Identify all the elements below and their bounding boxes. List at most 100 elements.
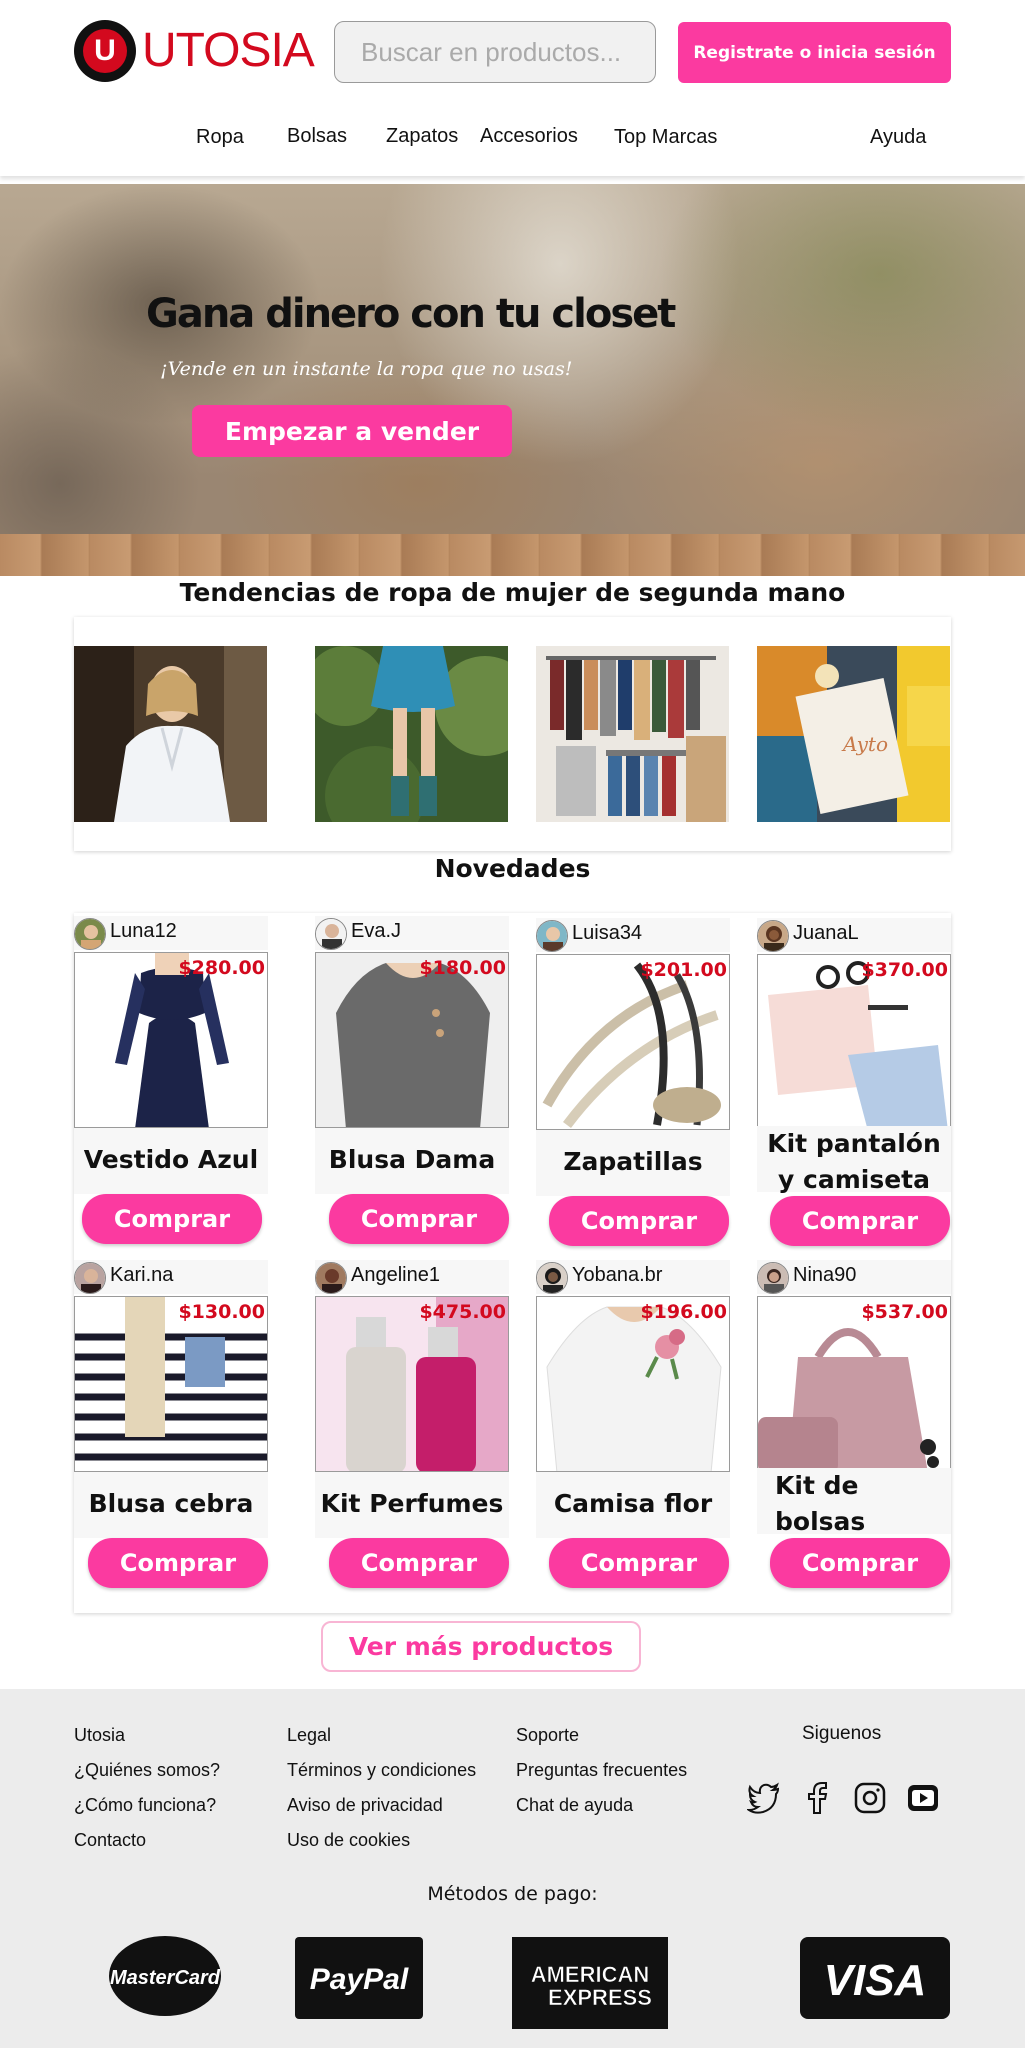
search-input[interactable] xyxy=(334,21,656,83)
product-image[interactable]: $370.00 xyxy=(757,954,951,1130)
product-image[interactable]: $130.00 xyxy=(74,1296,268,1472)
svg-text:MasterCard: MasterCard xyxy=(110,1967,221,1989)
product-image[interactable]: $180.00 xyxy=(315,952,509,1128)
logo-wordmark: UTOSIA xyxy=(142,24,315,77)
product-image[interactable]: $475.00 xyxy=(315,1296,509,1472)
social-title: Siguenos xyxy=(802,1723,882,1744)
visa-logo: VISA xyxy=(800,1937,950,2019)
product-price: $196.00 xyxy=(640,1301,727,1323)
seller-avatar[interactable] xyxy=(315,918,347,950)
product-image[interactable]: $537.00 xyxy=(757,1296,951,1472)
footer-heading: Utosia xyxy=(74,1725,126,1745)
product-name: Blusa cebra xyxy=(74,1472,268,1538)
buy-button[interactable]: Comprar xyxy=(82,1194,262,1244)
seller-username[interactable]: JuanaL xyxy=(793,922,859,945)
seller-avatar[interactable] xyxy=(757,1262,789,1294)
footer-link[interactable]: Preguntas frecuentes xyxy=(516,1760,687,1781)
svg-text:VISA: VISA xyxy=(824,1956,927,2005)
nav-item-top-marcas[interactable]: Top Marcas xyxy=(614,126,717,149)
news-title: Novedades xyxy=(434,854,591,883)
login-register-button[interactable]: Registrate o inicia sesión xyxy=(678,22,951,83)
svg-text:EXPRESS: EXPRESS xyxy=(548,1985,652,2010)
site-header: U UTOSIA Registrate o inicia sesión Ropa… xyxy=(0,0,1025,176)
nav-item-accesorios[interactable]: Accesorios xyxy=(480,125,578,148)
nav-item-ayuda[interactable]: Ayuda xyxy=(870,126,926,149)
seller-row: Eva.J xyxy=(315,916,509,950)
paypal-logo: PayPal xyxy=(295,1937,423,2019)
facebook-icon[interactable] xyxy=(800,1781,834,1815)
buy-button[interactable]: Comprar xyxy=(549,1538,729,1588)
seller-username[interactable]: Kari.na xyxy=(110,1264,173,1287)
seller-username[interactable]: Yobana.br xyxy=(572,1264,662,1287)
seller-avatar[interactable] xyxy=(536,1262,568,1294)
logo-badge: U xyxy=(74,20,136,82)
mastercard-logo: MasterCard xyxy=(109,1936,221,2016)
product-image[interactable]: $196.00 xyxy=(536,1296,730,1472)
seller-username[interactable]: Angeline1 xyxy=(351,1264,440,1287)
product-image[interactable]: $280.00 xyxy=(74,952,268,1128)
nav-item-zapatos[interactable]: Zapatos xyxy=(386,125,458,148)
footer-link[interactable]: Contacto xyxy=(74,1830,146,1851)
hero-wood-floor xyxy=(0,534,1025,576)
seller-avatar[interactable] xyxy=(74,1262,106,1294)
nav-item-ropa[interactable]: Ropa xyxy=(196,126,244,149)
seller-row: JuanaL xyxy=(757,918,951,952)
seller-avatar[interactable] xyxy=(315,1262,347,1294)
footer-heading: Legal xyxy=(287,1725,332,1745)
footer-link[interactable]: Uso de cookies xyxy=(287,1830,410,1851)
product-price: $130.00 xyxy=(178,1301,265,1323)
trends-title: Tendencias de ropa de mujer de segunda m… xyxy=(179,578,846,607)
seller-avatar[interactable] xyxy=(536,920,568,952)
hero-title: Gana dinero con tu closet xyxy=(146,291,676,337)
trend-image-white-blouse[interactable] xyxy=(74,646,267,822)
footer-link[interactable]: Términos y condiciones xyxy=(287,1760,476,1781)
seller-row: Angeline1 xyxy=(315,1260,509,1294)
buy-button[interactable]: Comprar xyxy=(549,1196,729,1246)
product-price: $280.00 xyxy=(178,957,265,979)
product-image[interactable]: $201.00 xyxy=(536,954,730,1130)
seller-username[interactable]: Eva.J xyxy=(351,920,401,943)
youtube-icon[interactable] xyxy=(906,1781,940,1815)
twitter-icon[interactable] xyxy=(747,1781,781,1815)
product-name: Kit pantalón y camiseta xyxy=(757,1126,951,1194)
buy-button[interactable]: Comprar xyxy=(770,1538,950,1588)
svg-text:Ayto: Ayto xyxy=(841,732,888,756)
product-name: Camisa flor xyxy=(536,1472,730,1538)
nav-item-bolsas[interactable]: Bolsas xyxy=(287,125,347,148)
seller-row: Kari.na xyxy=(74,1260,268,1294)
seller-row: Yobana.br xyxy=(536,1260,730,1294)
product-price: $180.00 xyxy=(419,957,506,979)
seller-username[interactable]: Nina90 xyxy=(793,1264,856,1287)
site-footer: Utosia ¿Quiénes somos? ¿Cómo funciona? C… xyxy=(0,1689,1025,2048)
footer-link[interactable]: Aviso de privacidad xyxy=(287,1795,443,1816)
buy-button[interactable]: Comprar xyxy=(770,1196,950,1246)
buy-button[interactable]: Comprar xyxy=(329,1538,509,1588)
trend-image-denim-dress[interactable] xyxy=(315,646,508,822)
seller-avatar[interactable] xyxy=(74,918,106,950)
trend-image-flatlay[interactable]: Ayto xyxy=(757,646,950,822)
seller-row: Luisa34 xyxy=(536,918,730,952)
trend-image-clothes-rack[interactable] xyxy=(536,646,729,822)
buy-button[interactable]: Comprar xyxy=(88,1538,268,1588)
utosia-logo[interactable]: U UTOSIA xyxy=(74,18,315,84)
svg-text:PayPal: PayPal xyxy=(310,1963,409,1996)
footer-link[interactable]: ¿Quiénes somos? xyxy=(74,1760,220,1781)
seller-row: Luna12 xyxy=(74,916,268,950)
american-express-logo: AMERICAN EXPRESS xyxy=(512,1937,668,2029)
instagram-icon[interactable] xyxy=(853,1781,887,1815)
hero-subtitle: ¡Vende en un instante la ropa que no usa… xyxy=(160,358,573,380)
seller-avatar[interactable] xyxy=(757,920,789,952)
footer-link[interactable]: ¿Cómo funciona? xyxy=(74,1795,216,1816)
buy-button[interactable]: Comprar xyxy=(329,1194,509,1244)
seller-username[interactable]: Luisa34 xyxy=(572,922,642,945)
product-price: $537.00 xyxy=(861,1301,948,1323)
seller-row: Nina90 xyxy=(757,1260,951,1294)
product-name: Vestido Azul xyxy=(74,1128,268,1194)
product-price: $475.00 xyxy=(419,1301,506,1323)
payment-methods-title: Métodos de pago: xyxy=(427,1883,598,1905)
footer-link[interactable]: Chat de ayuda xyxy=(516,1795,633,1816)
start-selling-button[interactable]: Empezar a vender xyxy=(192,405,512,457)
seller-username[interactable]: Luna12 xyxy=(110,920,177,943)
see-more-products-button[interactable]: Ver más productos xyxy=(321,1621,641,1672)
hero-banner: Gana dinero con tu closet ¡Vende en un i… xyxy=(0,184,1025,576)
